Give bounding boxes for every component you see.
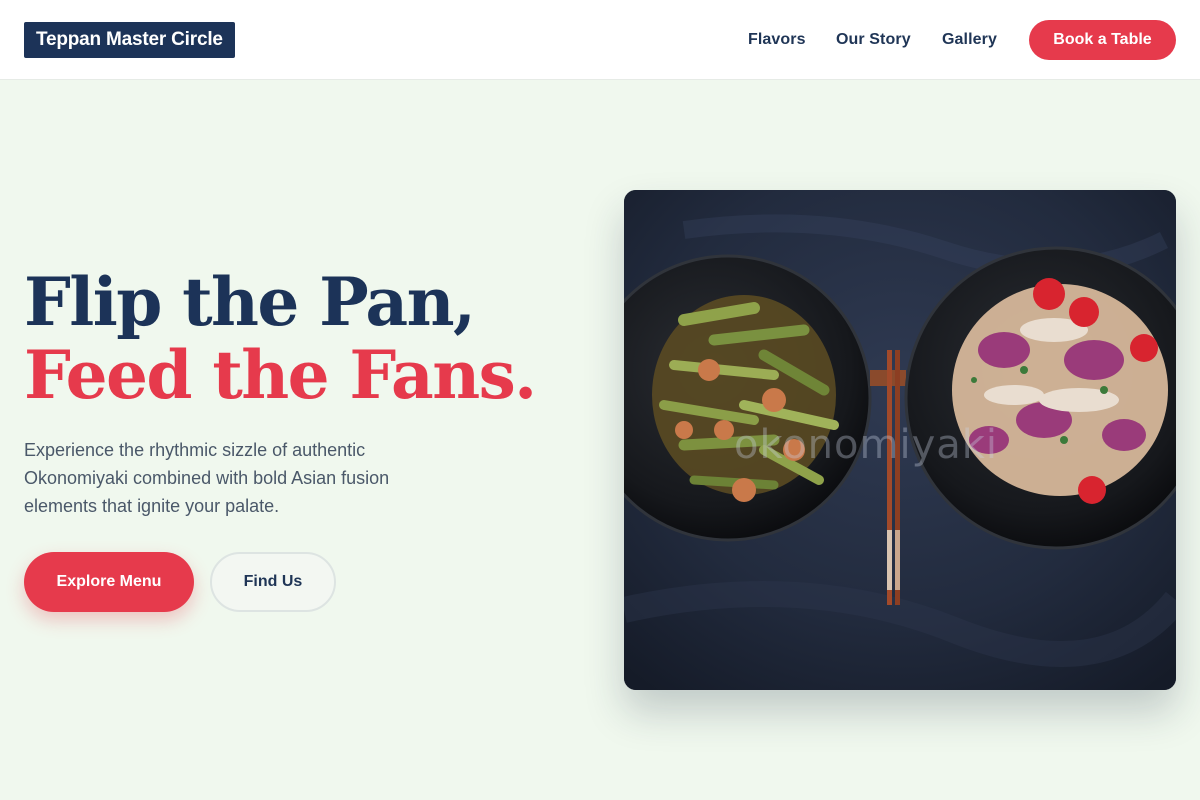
headline-line-1: Flip the Pan, (24, 263, 476, 341)
nav-link-gallery[interactable]: Gallery (942, 29, 997, 51)
image-watermark: okonomiyaki (734, 422, 999, 468)
hero-food-image: okonomiyaki (624, 190, 1176, 690)
hero-description: Experience the rhythmic sizzle of authen… (24, 440, 390, 516)
site-logo[interactable]: Teppan Master Circle (24, 22, 235, 58)
explore-menu-button[interactable]: Explore Menu (24, 552, 194, 612)
hero-headline: Flip the Pan, Feed the Fans. (24, 266, 584, 412)
site-header: Teppan Master Circle Flavors Our Story G… (0, 0, 1200, 80)
nav-link-flavors[interactable]: Flavors (748, 29, 806, 51)
headline-line-2: Feed the Fans. (24, 336, 537, 414)
book-table-button[interactable]: Book a Table (1029, 20, 1176, 60)
nav-link-our-story[interactable]: Our Story (836, 29, 911, 51)
find-us-button[interactable]: Find Us (210, 552, 336, 612)
